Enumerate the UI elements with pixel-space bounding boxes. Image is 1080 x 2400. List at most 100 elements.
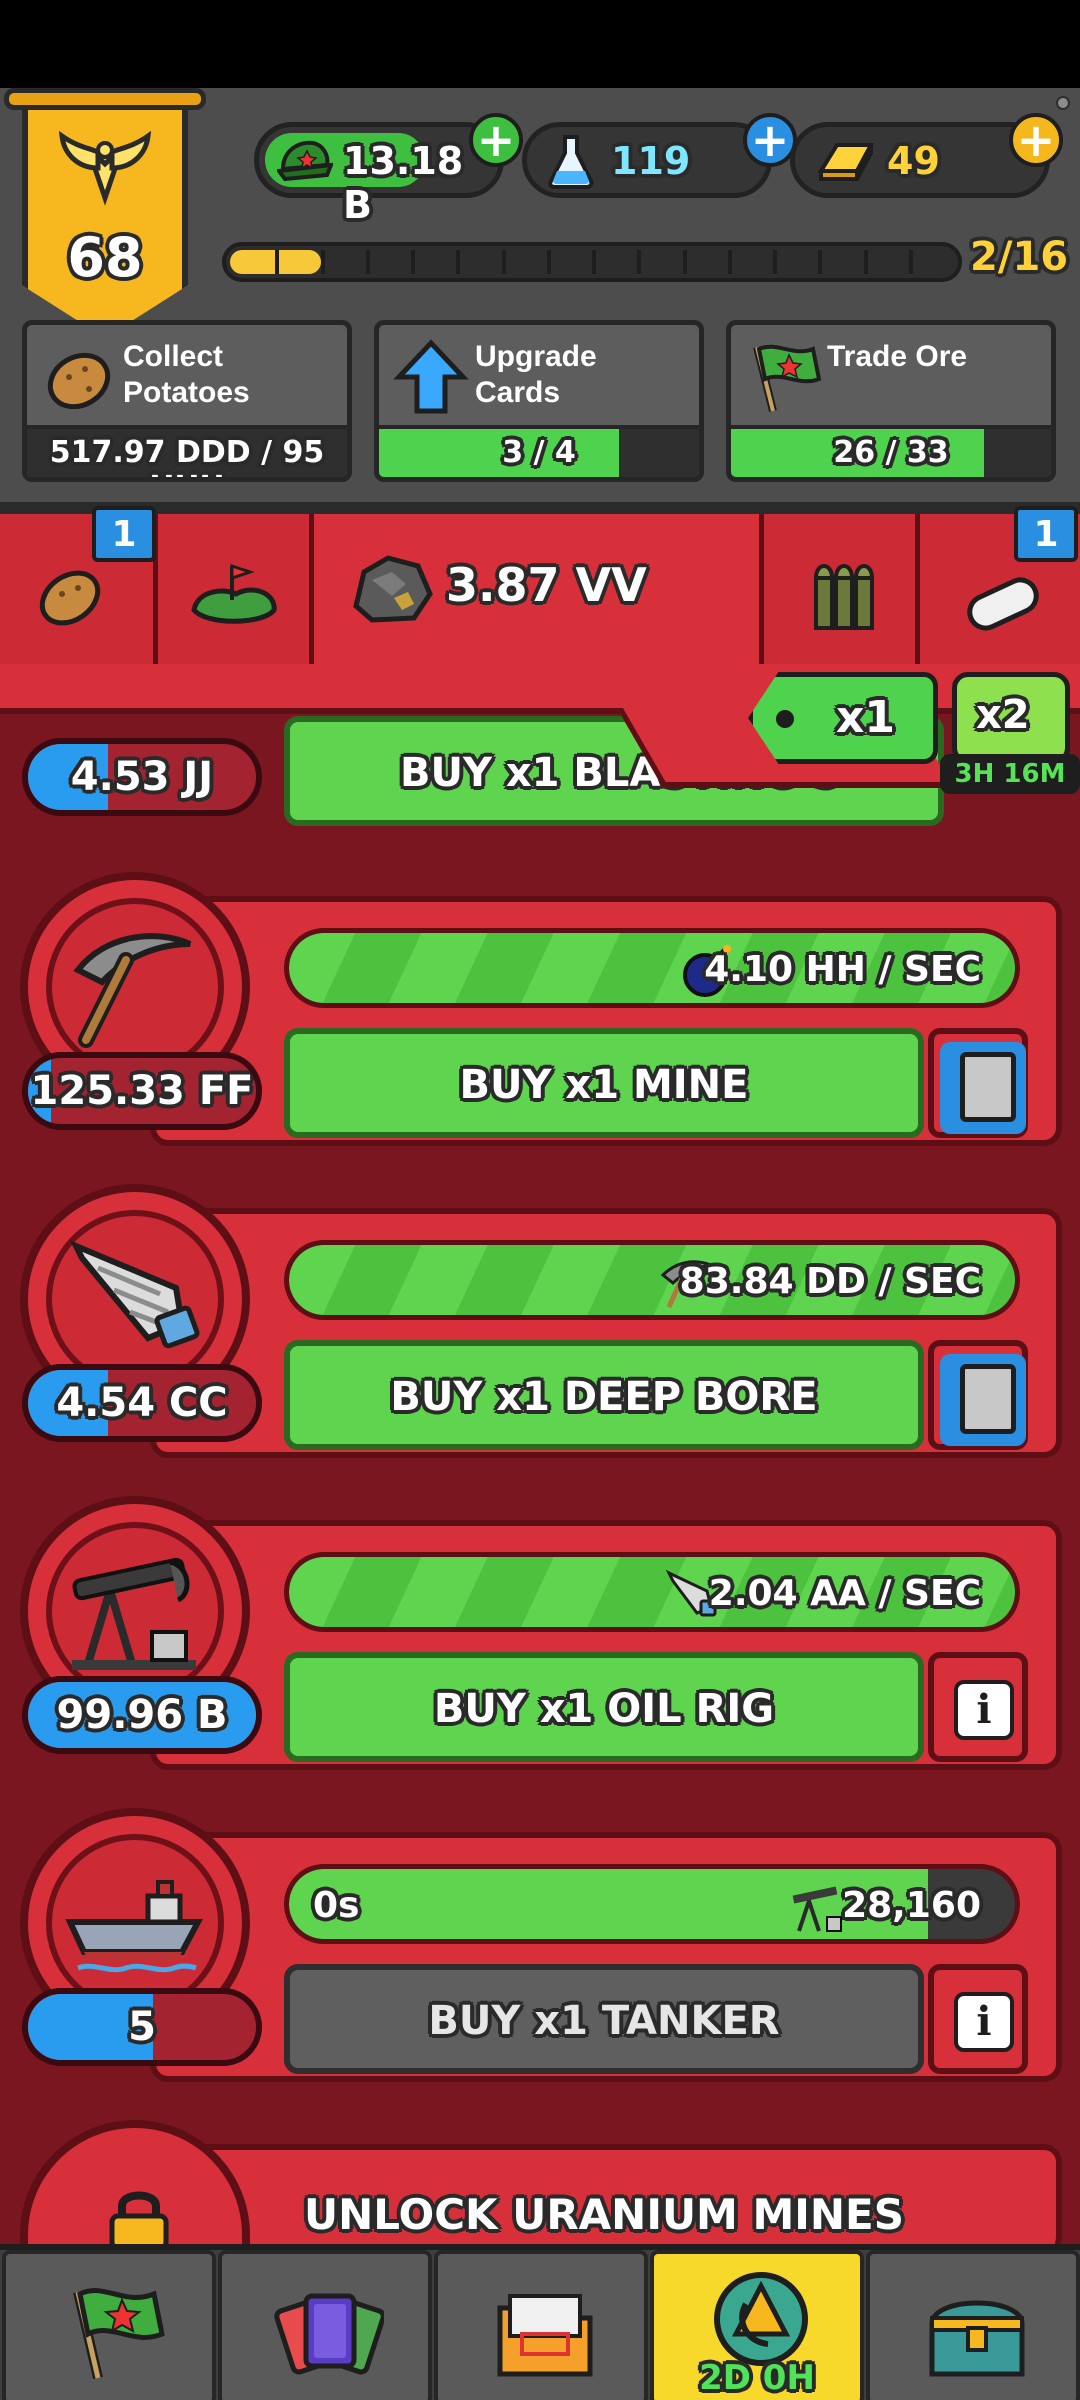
progress-segment-divider xyxy=(863,250,868,274)
top-header: 68 13.18 B + 119 + 49 + 2/16 Collect Pot… xyxy=(0,88,1080,508)
add-gold-button[interactable]: + xyxy=(1009,113,1063,167)
land-plot-icon xyxy=(191,563,277,624)
progress-segment-divider xyxy=(727,250,732,274)
tanker-cost: 5 xyxy=(22,1988,262,2066)
task-progress-bar: 26 / 33 xyxy=(731,425,1051,477)
rate-value: 83.84 DD / SEC xyxy=(679,1261,981,1302)
cash-display[interactable]: 13.18 B + xyxy=(254,113,523,227)
bullets-icon xyxy=(813,564,875,630)
drill-bit-icon xyxy=(69,1240,200,1349)
boost-label: x2 xyxy=(976,692,1030,738)
tanker-rate-bar: 0s 28,160 xyxy=(284,1864,1020,1944)
progress-segment-divider xyxy=(365,250,370,274)
cost-value: 5 xyxy=(128,2004,156,2050)
unlock-uranium-label[interactable]: UNLOCK URANIUM MINES xyxy=(284,2190,924,2239)
science-value: 119 xyxy=(611,139,691,183)
task-progress-value: 517.97 DDD / 95 HHH xyxy=(49,435,325,477)
uranium-icon-circle[interactable] xyxy=(20,2120,250,2250)
buy-label: BUY x1 MINE xyxy=(459,1062,749,1108)
oil-rig-cost: 99.96 B xyxy=(22,1676,262,1754)
cost-value: 4.53 JJ xyxy=(70,754,214,800)
rate-value: 28,160 xyxy=(842,1885,981,1926)
add-cash-button[interactable]: + xyxy=(469,113,523,167)
multiplier-label: x1 xyxy=(836,692,895,743)
task-progress-bar: 3 / 4 xyxy=(379,425,699,477)
tab-potatoes[interactable]: 1 xyxy=(0,506,158,664)
progress-segment-divider xyxy=(637,250,642,274)
card-icon xyxy=(960,1052,1016,1122)
progress-segment-divider xyxy=(818,250,823,274)
progress-segment-divider xyxy=(546,250,551,274)
secret-folder-icon xyxy=(497,2294,593,2377)
star-flag-icon xyxy=(73,2288,165,2380)
tanker-timer: 0s xyxy=(313,1885,360,1926)
tab-land[interactable] xyxy=(158,514,314,664)
progress-segment-divider xyxy=(411,250,415,274)
buy-label: BUY x1 DEEP BORE xyxy=(390,1374,818,1420)
tab-ammo[interactable] xyxy=(764,514,920,664)
event-timer: 2D 0H xyxy=(699,2358,815,2398)
progress-segment-divider xyxy=(682,250,687,274)
ore-value: 3.87 VV xyxy=(446,558,647,612)
cost-value: 99.96 B xyxy=(56,1692,228,1738)
progress-segment-divider xyxy=(592,250,596,274)
info-icon: i xyxy=(954,1992,1014,2052)
potato-tab-badge: 1 xyxy=(92,506,156,562)
task-progress-bar: 517.97 DDD / 95 HHH xyxy=(27,425,347,477)
gold-value: 49 xyxy=(887,139,940,183)
add-science-button[interactable]: + xyxy=(743,113,797,167)
tanker-info-button[interactable]: i xyxy=(928,1964,1028,2074)
progress-segment-divider xyxy=(501,250,506,274)
level-banner[interactable]: 68 xyxy=(4,88,206,338)
ore-rock-icon xyxy=(353,555,433,623)
deep-bore-cost: 4.54 CC xyxy=(22,1364,262,1442)
deep-bore-rate-bar: 83.84 DD / SEC xyxy=(284,1240,1020,1320)
pill-icon xyxy=(967,577,1039,631)
nav-cards[interactable] xyxy=(218,2250,432,2400)
mine-rate-bar: 4.10 HH / SEC xyxy=(284,928,1020,1008)
star-flag-icon xyxy=(753,344,822,412)
cards-icon xyxy=(274,2293,384,2375)
mine-card-button[interactable] xyxy=(928,1028,1028,1138)
rate-value: 4.10 HH / SEC xyxy=(704,949,981,990)
gold-display[interactable]: 49 + xyxy=(790,113,1063,198)
science-display[interactable]: 119 + xyxy=(522,113,797,198)
tag-hole xyxy=(776,710,794,728)
mine-cost: 125.33 FF xyxy=(22,1052,262,1130)
potato-icon xyxy=(47,352,111,410)
army-cap-icon xyxy=(277,140,333,182)
deep-bore-card-button[interactable] xyxy=(928,1340,1028,1450)
progress-segment-divider xyxy=(908,250,913,274)
level-progress-bar xyxy=(222,242,962,282)
buy-label: BUY x1 TANKER xyxy=(428,1998,780,2044)
card-icon xyxy=(960,1364,1016,1434)
oil-rig-info-button[interactable]: i xyxy=(928,1652,1028,1762)
winged-emblem-icon xyxy=(58,130,152,206)
lock-icon xyxy=(109,2191,169,2248)
task-collect-potatoes[interactable]: Collect Potatoes 517.97 DDD / 95 HHH xyxy=(22,320,352,482)
cost-value: 4.54 CC xyxy=(56,1380,228,1426)
buy-deep-bore-button[interactable]: BUY x1 DEEP BORE xyxy=(284,1340,924,1450)
boost-timer: 3H 16M xyxy=(940,754,1080,794)
progress-segment-divider xyxy=(456,250,461,274)
buy-oil-rig-button[interactable]: BUY x1 OIL RIG xyxy=(284,1652,924,1762)
potato-icon xyxy=(39,570,101,626)
task-trade-ore[interactable]: Trade Ore 26 / 33 xyxy=(726,320,1056,482)
buy-mine-button[interactable]: BUY x1 MINE xyxy=(284,1028,924,1138)
tanker-ship-icon xyxy=(65,1880,203,1973)
nav-missions[interactable] xyxy=(2,2250,216,2400)
nav-files[interactable] xyxy=(434,2250,648,2400)
task-upgrade-cards[interactable]: Upgrade Cards 3 / 4 xyxy=(374,320,704,482)
buy-tanker-button[interactable]: BUY x1 TANKER xyxy=(284,1964,924,2074)
nav-event[interactable]: 2D 0H xyxy=(650,2250,864,2400)
oil-rig-rate-bar: 2.04 AA / SEC xyxy=(284,1552,1020,1632)
screw-decoration xyxy=(1056,96,1070,110)
tab-medicine[interactable]: 1 xyxy=(920,506,1080,664)
level-number: 68 xyxy=(67,226,143,289)
tab-ore[interactable]: 3.87 VV xyxy=(314,514,764,664)
nav-shop[interactable] xyxy=(866,2250,1080,2400)
blasting-cost: 4.53 JJ xyxy=(22,738,262,816)
buy-label: BUY x1 OIL RIG xyxy=(433,1686,775,1732)
progress-segment-divider xyxy=(275,250,280,274)
bottom-navigation: 2D 0H xyxy=(0,2244,1080,2400)
